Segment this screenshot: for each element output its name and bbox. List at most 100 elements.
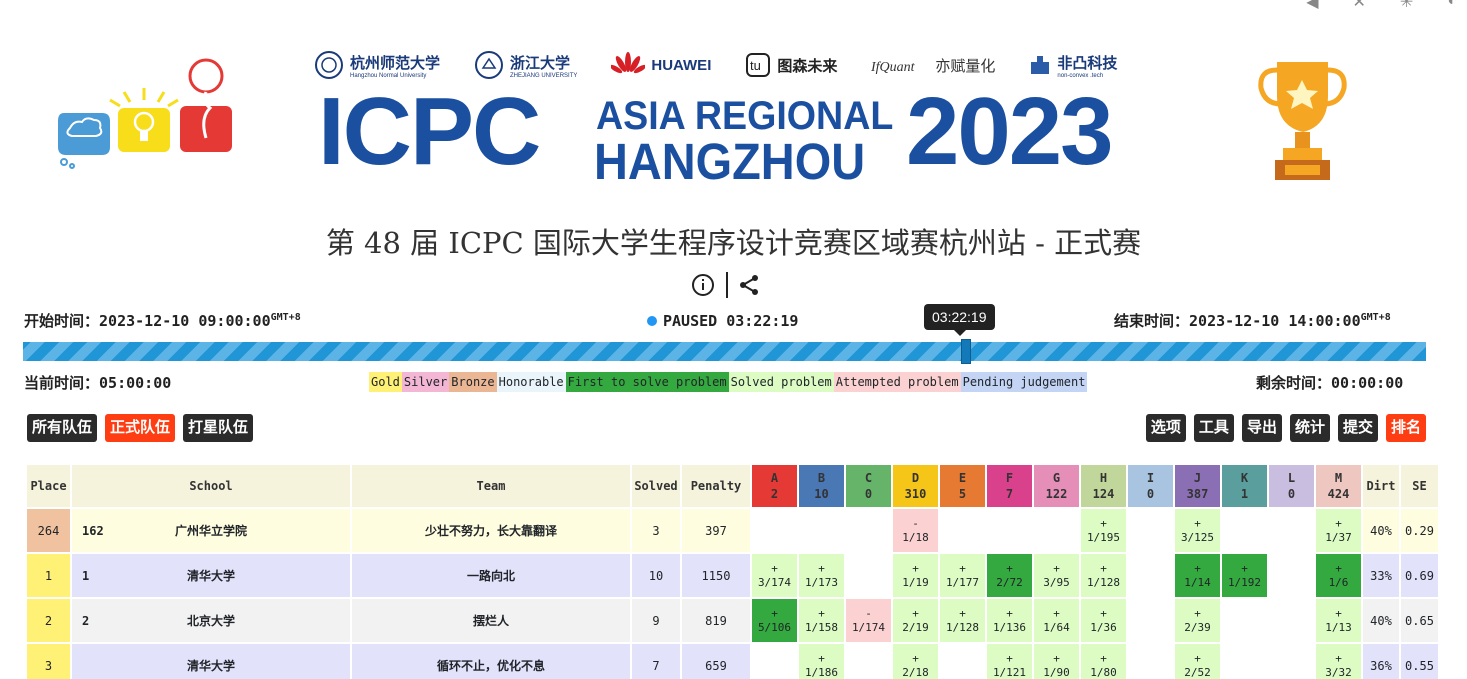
problem-cell-l[interactable] [1269,599,1314,642]
header-problem-f[interactable]: F7 [987,465,1032,507]
export-button[interactable]: 导出 [1241,414,1282,442]
problem-cell-m[interactable]: +1/37 [1316,509,1361,552]
problem-cell-k[interactable] [1222,509,1267,552]
problem-cell-h[interactable]: +1/80 [1081,644,1126,679]
header-problem-l[interactable]: L0 [1269,465,1314,507]
problem-result: + [1053,651,1060,665]
problem-cell-i[interactable] [1128,509,1173,552]
problem-cell-m[interactable]: +1/6 [1316,554,1361,597]
header-problem-i[interactable]: I0 [1128,465,1173,507]
problem-cell-c[interactable] [846,509,891,552]
header-school[interactable]: School [72,465,350,507]
header-place[interactable]: Place [27,465,70,507]
header-problem-c[interactable]: C0 [846,465,891,507]
header-problem-k[interactable]: K1 [1222,465,1267,507]
problem-cell-l[interactable] [1269,554,1314,597]
header-dirt[interactable]: Dirt [1363,465,1399,507]
header-problem-a[interactable]: A2 [752,465,797,507]
problem-cell-k[interactable]: +1/192 [1222,554,1267,597]
problem-cell-e[interactable]: +1/177 [940,554,985,597]
progress-handle[interactable] [960,339,971,364]
problem-cell-d[interactable]: -1/18 [893,509,938,552]
header-problem-h[interactable]: H 124 [1081,465,1126,507]
problem-cell-g[interactable]: +3/95 [1034,554,1079,597]
statistics-button[interactable]: 统计 [1289,414,1330,442]
problem-cell-i[interactable] [1128,599,1173,642]
options-button[interactable]: 选项 [1145,414,1186,442]
problem-cell-e[interactable]: +1/128 [940,599,985,642]
problem-cell-i[interactable] [1128,554,1173,597]
problem-cell-e[interactable] [940,509,985,552]
problem-cell-a[interactable]: +5/106 [752,599,797,642]
problem-cell-a[interactable]: +3/174 [752,554,797,597]
problem-cell-b[interactable] [799,509,844,552]
problem-cell-f[interactable] [987,509,1032,552]
tools-button[interactable]: 工具 [1193,414,1234,442]
filter-star-teams[interactable]: 打星队伍 [183,414,254,442]
problem-cell-c[interactable] [846,554,891,597]
filter-official-teams[interactable]: 正式队伍 [105,414,176,442]
problem-cell-m[interactable]: +3/32 [1316,644,1361,679]
problem-cell-i[interactable] [1128,644,1173,679]
problem-cell-e[interactable] [940,644,985,679]
corner-icon-1[interactable]: ◀ [1306,0,1318,12]
problem-cell-l[interactable] [1269,509,1314,552]
problem-cell-j[interactable]: +2/39 [1175,599,1220,642]
problem-cell-d[interactable]: +2/18 [893,644,938,679]
corner-icon-3[interactable]: ✳ [1400,0,1413,12]
problem-cell-a[interactable] [752,644,797,679]
problem-cell-j[interactable]: +2/52 [1175,644,1220,679]
header-team[interactable]: Team [352,465,630,507]
table-row[interactable]: 3 清华大学 循环不止，优化不息 7 659 +1/186 +2/18 +1/121 +1/90… [27,644,1438,679]
team-cell[interactable]: 少壮不努力，长大靠翻译 [352,509,630,552]
problem-cell-f[interactable]: +2/72 [987,554,1032,597]
problem-cell-l[interactable] [1269,644,1314,679]
table-row[interactable]: 264 162 广州华立学院 少壮不努力，长大靠翻译 3 397-1/18 +1/195 +3… [27,509,1438,552]
filter-all-teams[interactable]: 所有队伍 [27,414,98,442]
problem-cell-b[interactable]: +1/186 [799,644,844,679]
problem-cell-h[interactable]: +1/195 [1081,509,1126,552]
problem-cell-c[interactable]: -1/174 [846,599,891,642]
problem-cell-h[interactable]: +1/36 [1081,599,1126,642]
problem-cell-b[interactable]: +1/173 [799,554,844,597]
info-icon[interactable] [690,272,716,298]
team-cell[interactable]: 循环不止，优化不息 [352,644,630,679]
problem-cell-a[interactable] [752,509,797,552]
problem-cell-g[interactable]: +1/64 [1034,599,1079,642]
header-problem-b[interactable]: B 10 [799,465,844,507]
header-problem-e[interactable]: E5 [940,465,985,507]
problem-cell-f[interactable]: +1/121 [987,644,1032,679]
problem-cell-d[interactable]: +2/19 [893,599,938,642]
problem-solved-count: 10 [814,487,829,501]
problem-solved-count: 387 [1186,487,1209,501]
problem-cell-b[interactable]: +1/158 [799,599,844,642]
header-problem-g[interactable]: G 122 [1034,465,1079,507]
share-icon[interactable] [738,274,760,296]
team-cell[interactable]: 一路向北 [352,554,630,597]
problem-cell-g[interactable] [1034,509,1079,552]
header-se[interactable]: SE [1401,465,1438,507]
header-solved[interactable]: Solved [632,465,680,507]
contest-progress-bar[interactable] [23,339,1426,364]
header-problem-m[interactable]: M 424 [1316,465,1361,507]
corner-icon-2[interactable]: ✕ [1353,0,1366,12]
problem-cell-g[interactable]: +1/90 [1034,644,1079,679]
header-problem-j[interactable]: J 387 [1175,465,1220,507]
problem-cell-d[interactable]: +1/19 [893,554,938,597]
ranking-button[interactable]: 排名 [1385,414,1426,442]
corner-icon-4[interactable]: ◐ [1447,0,1457,12]
problem-cell-m[interactable]: +1/13 [1316,599,1361,642]
problem-cell-k[interactable] [1222,599,1267,642]
problem-cell-f[interactable]: +1/136 [987,599,1032,642]
problem-cell-h[interactable]: +1/128 [1081,554,1126,597]
problem-cell-j[interactable]: +3/125 [1175,509,1220,552]
problem-cell-k[interactable] [1222,644,1267,679]
problem-cell-j[interactable]: +1/14 [1175,554,1220,597]
table-row[interactable]: 1 1 清华大学 一路向北 10 1150 +3/174 +1/173 +1/19 +1/177 +… [27,554,1438,597]
team-cell[interactable]: 摆烂人 [352,599,630,642]
problem-cell-c[interactable] [846,644,891,679]
submissions-button[interactable]: 提交 [1337,414,1378,442]
header-penalty[interactable]: Penalty [682,465,750,507]
table-row[interactable]: 2 2 北京大学 摆烂人 9 819 +5/106 +1/158-1/174 +2/19 +1/1… [27,599,1438,642]
header-problem-d[interactable]: D 310 [893,465,938,507]
